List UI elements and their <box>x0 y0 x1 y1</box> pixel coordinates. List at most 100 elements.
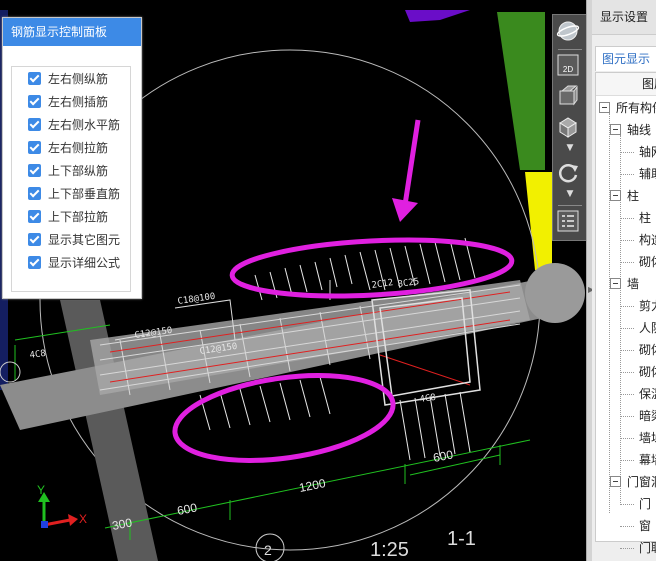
chevron-down-icon[interactable]: ▼ <box>556 187 584 201</box>
checkbox-row-left-right-horizontal[interactable]: 左右侧水平筋 <box>12 113 130 136</box>
checkbox-row-left-right-dowel[interactable]: 左右侧插筋 <box>12 90 130 113</box>
checkbox-row-top-bottom-vertical[interactable]: 上下部垂直筋 <box>12 182 130 205</box>
checkbox[interactable] <box>28 95 41 108</box>
layer-tree-item[interactable]: 砌体 <box>639 251 656 273</box>
collapse-toggle-icon[interactable] <box>610 278 621 289</box>
layer-tree-item[interactable]: 门联 <box>639 537 656 559</box>
green-slab <box>497 12 545 170</box>
checkbox-row-show-detailed-formula[interactable]: 显示详细公式 <box>12 251 130 274</box>
checkbox[interactable] <box>28 141 41 154</box>
layer-tree-item[interactable]: 保温 <box>639 383 656 405</box>
checkbox-label: 上下部纵筋 <box>48 164 109 178</box>
collapse-toggle-icon[interactable] <box>610 476 621 487</box>
2d-view-icon[interactable]: 2D <box>556 53 584 79</box>
layer-tree-label: 人防 <box>639 321 656 335</box>
checkbox[interactable] <box>28 233 41 246</box>
label-c12-20: 2C12 <box>371 278 394 291</box>
layer-tree-label: 剪力 <box>639 299 656 313</box>
beam-end-cap <box>525 263 585 323</box>
checkbox-row-top-bottom-tie[interactable]: 上下部拉筋 <box>12 205 130 228</box>
section-label: 1-1 <box>447 528 476 550</box>
checkbox-row-left-right-longitudinal[interactable]: 左右侧纵筋 <box>12 67 130 90</box>
layer-column-header: 图层 <box>596 73 656 96</box>
label-c4-bottom: 4C8 <box>419 393 436 405</box>
axis-indicator: Y X <box>37 483 87 528</box>
label-c4-upper: 4C8 <box>29 349 46 361</box>
layer-tree-label: 墙垛 <box>639 431 656 445</box>
scale-label: 1:25 <box>370 539 409 561</box>
checkbox[interactable] <box>28 164 41 177</box>
dim-600-right: 600 <box>432 447 455 465</box>
layer-tree-item[interactable]: 轴线 <box>627 119 651 141</box>
collapse-toggle-icon[interactable] <box>610 124 621 135</box>
checkbox-label: 上下部拉筋 <box>48 210 109 224</box>
layer-tree-item[interactable]: 墙垛 <box>639 427 656 449</box>
dim-600-left: 600 <box>176 500 199 518</box>
checkbox-row-left-right-tie[interactable]: 左右侧拉筋 <box>12 136 130 159</box>
2d-label: 2D <box>563 65 573 74</box>
layer-tree-label: 砌体 <box>639 365 656 379</box>
cube-icon[interactable] <box>556 115 584 141</box>
collapse-toggle-icon[interactable] <box>610 190 621 201</box>
upper-stirrups <box>254 237 476 301</box>
purple-slab <box>405 10 470 22</box>
layer-tree-item[interactable]: 柱 <box>639 207 651 229</box>
layer-tree-item[interactable]: 门窗洞 <box>627 471 656 493</box>
tab-element-display[interactable]: 图元显示 <box>595 46 656 71</box>
rotate-icon[interactable] <box>556 161 584 187</box>
layer-tree-label: 轴线 <box>627 123 652 137</box>
magenta-arrow <box>392 119 421 222</box>
checkbox[interactable] <box>28 187 41 200</box>
layer-tree-item[interactable]: 柱 <box>627 185 639 207</box>
layer-tree-item[interactable]: 剪力 <box>639 295 656 317</box>
3d-box-icon[interactable] <box>556 83 584 109</box>
checkbox-label: 显示详细公式 <box>48 256 121 270</box>
checkbox[interactable] <box>28 72 41 85</box>
checkbox[interactable] <box>28 210 41 223</box>
cad-viewport[interactable]: C18@100 C12@150 C12@150 2C12 8C25 4C8 4C… <box>0 0 590 561</box>
view-toolbar: 2D ▼ ▼ <box>552 14 588 241</box>
layer-tree-item[interactable]: 辅助 <box>639 163 656 185</box>
checkbox-row-show-other-elements[interactable]: 显示其它图元 <box>12 228 130 251</box>
layer-tree-label: 砌体 <box>639 255 656 269</box>
yellow-slab <box>525 172 552 270</box>
layer-tree-item[interactable]: 幕墙 <box>639 449 656 471</box>
collapse-toggle-icon[interactable] <box>599 102 610 113</box>
layer-tree-label: 砌体 <box>639 343 656 357</box>
dim-1200: 1200 <box>298 476 327 495</box>
layer-tree-label: 保温 <box>639 387 656 401</box>
checkbox-label: 显示其它图元 <box>48 233 121 247</box>
axis-x-label: X <box>79 512 87 526</box>
layer-tree-label: 幕墙 <box>639 453 656 467</box>
rebar-display-control-panel: 钢筋显示控制面板 左右侧纵筋 左右侧插筋 左右侧水平筋 左右侧拉筋 上下部纵筋 … <box>2 17 142 299</box>
layer-tree-item[interactable]: 构造 <box>639 229 656 251</box>
layer-tree-item[interactable]: 所有构件 <box>616 97 656 119</box>
layer-tree-label: 门 <box>639 497 652 511</box>
checkbox[interactable] <box>28 118 41 131</box>
checkbox-label: 左右侧水平筋 <box>48 118 121 132</box>
control-panel-title: 钢筋显示控制面板 <box>3 18 141 46</box>
layer-tree-label: 窗 <box>639 519 652 533</box>
checkbox-row-top-bottom-longitudinal[interactable]: 上下部纵筋 <box>12 159 130 182</box>
checkbox-label: 上下部垂直筋 <box>48 187 121 201</box>
layer-tree-item[interactable]: 墙 <box>627 273 639 295</box>
layer-tree-item[interactable]: 窗 <box>639 515 651 537</box>
rebar-checkbox-list: 左右侧纵筋 左右侧插筋 左右侧水平筋 左右侧拉筋 上下部纵筋 上下部垂直筋 上下… <box>11 66 131 292</box>
layer-tree-label: 构造 <box>639 233 656 247</box>
axis-y-label: Y <box>37 483 45 497</box>
layer-tree-label: 门窗洞 <box>627 475 656 489</box>
layer-tree-label: 柱 <box>639 211 652 225</box>
layer-tree-item[interactable]: 砌体 <box>639 361 656 383</box>
layer-tree-item[interactable]: 人防 <box>639 317 656 339</box>
layer-tree-item[interactable]: 门 <box>639 493 651 515</box>
checkbox[interactable] <box>28 256 41 269</box>
layer-tree-item[interactable]: 砌体 <box>639 339 656 361</box>
layer-grid-icon[interactable] <box>556 209 584 235</box>
layer-tree-item[interactable]: 轴网 <box>639 141 656 163</box>
chevron-down-icon[interactable]: ▼ <box>556 141 584 155</box>
globe-icon[interactable] <box>556 19 584 45</box>
layer-tree-label: 轴网 <box>639 145 656 159</box>
display-settings-panel: 显示设置 图元显示 图层 所有构件轴线轴网辅助柱柱构造砌体墙剪力人防砌体砌体保温… <box>592 0 656 561</box>
checkbox-label: 左右侧纵筋 <box>48 72 109 86</box>
layer-tree-item[interactable]: 暗梁 <box>639 405 656 427</box>
